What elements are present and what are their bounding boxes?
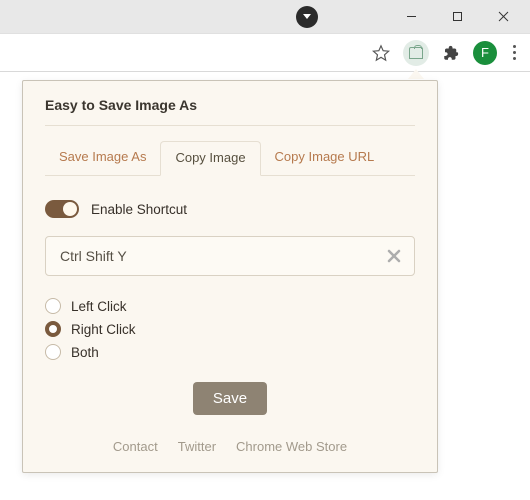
tab-copy-image[interactable]: Copy Image: [160, 141, 260, 176]
radio-label: Left Click: [71, 299, 127, 314]
extension-icon[interactable]: [403, 40, 429, 66]
window-maximize-button[interactable]: [434, 2, 480, 32]
radio-label: Right Click: [71, 322, 136, 337]
click-mode-radios: Left Click Right Click Both: [45, 298, 415, 360]
bookmark-star-icon[interactable]: [369, 41, 393, 65]
save-button[interactable]: Save: [193, 382, 267, 415]
radio-both[interactable]: [45, 344, 61, 360]
footer-link-contact[interactable]: Contact: [113, 439, 158, 454]
radio-right-click[interactable]: [45, 321, 61, 337]
radio-left-click[interactable]: [45, 298, 61, 314]
incognito-icon: [296, 6, 318, 28]
radio-label: Both: [71, 345, 99, 360]
window-minimize-button[interactable]: [388, 2, 434, 32]
tab-copy-image-url[interactable]: Copy Image URL: [261, 141, 389, 176]
popup-title: Easy to Save Image As: [45, 97, 415, 126]
footer-link-store[interactable]: Chrome Web Store: [236, 439, 347, 454]
enable-shortcut-toggle[interactable]: [45, 200, 79, 218]
enable-shortcut-label: Enable Shortcut: [91, 202, 187, 217]
extensions-puzzle-icon[interactable]: [439, 41, 463, 65]
extension-popup: Easy to Save Image As Save Image As Copy…: [22, 80, 438, 473]
footer-link-twitter[interactable]: Twitter: [178, 439, 216, 454]
profile-avatar[interactable]: F: [473, 41, 497, 65]
tab-save-image-as[interactable]: Save Image As: [45, 141, 160, 176]
clear-shortcut-icon[interactable]: [383, 245, 405, 267]
window-titlebar: [0, 0, 530, 34]
window-close-button[interactable]: [480, 2, 526, 32]
browser-menu-icon[interactable]: [507, 45, 522, 60]
tabs: Save Image As Copy Image Copy Image URL: [45, 140, 415, 176]
browser-toolbar: F: [0, 34, 530, 72]
shortcut-input[interactable]: [45, 236, 415, 276]
footer-links: Contact Twitter Chrome Web Store: [45, 439, 415, 454]
